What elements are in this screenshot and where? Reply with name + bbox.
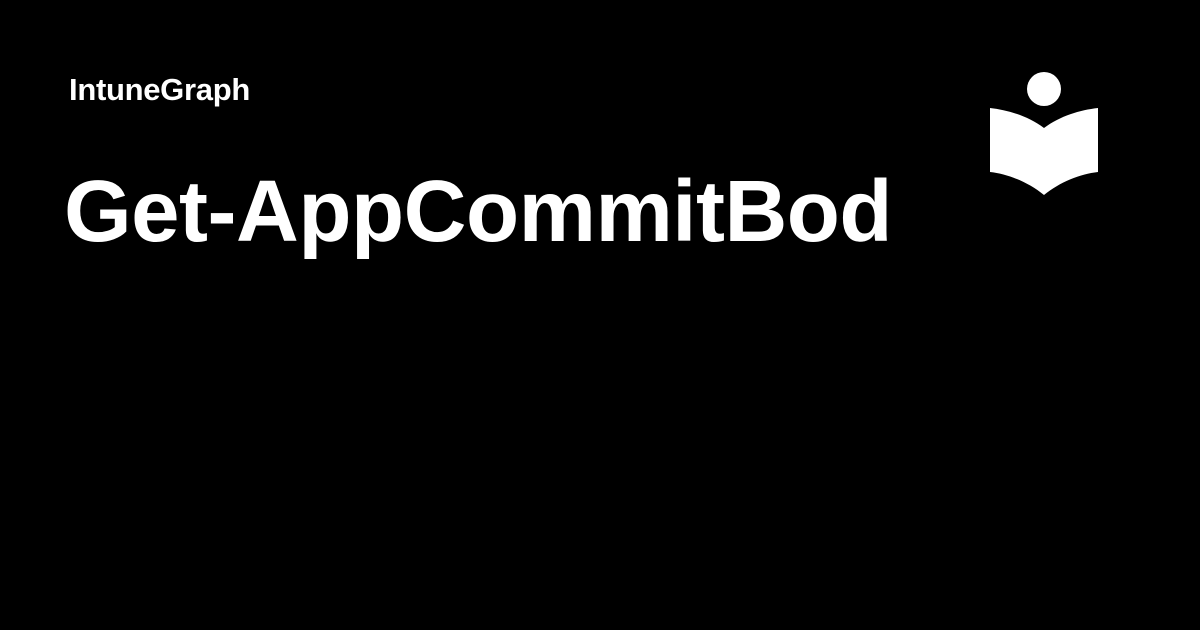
reader-book-icon xyxy=(990,72,1098,195)
site-name: IntuneGraph xyxy=(69,72,250,107)
page-title: Get-AppCommitBod xyxy=(64,163,893,260)
social-card: IntuneGraph Get-AppCommitBod xyxy=(0,0,1200,630)
